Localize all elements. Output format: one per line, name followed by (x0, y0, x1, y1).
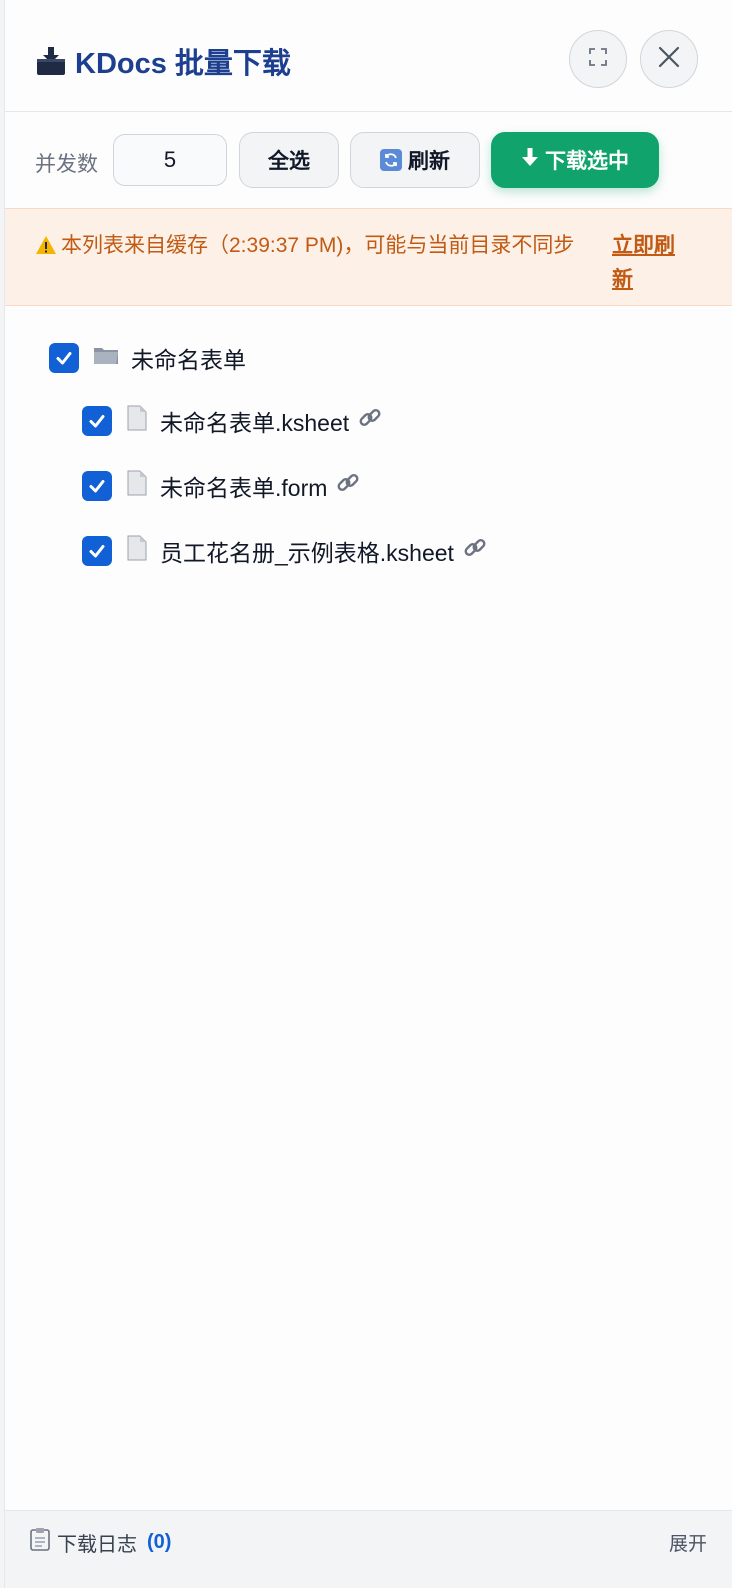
warning-icon (35, 232, 57, 266)
cache-warning-banner: 本列表来自缓存（2:39:37 PM)，可能与当前目录不同步 立即刷新 (5, 208, 732, 306)
select-all-label: 全选 (268, 150, 310, 173)
refresh-icon (380, 149, 402, 171)
download-log-count: (0) (147, 1530, 172, 1553)
file-icon (126, 405, 148, 437)
arrow-down-icon (521, 147, 539, 173)
folder-name: 未命名表单 (131, 347, 246, 373)
expand-log-button[interactable]: 展开 (669, 1529, 707, 1556)
tree-file-row[interactable]: 未命名表单.ksheet (82, 401, 383, 441)
refresh-label: 刷新 (408, 150, 450, 173)
select-all-button[interactable]: 全选 (239, 132, 339, 188)
file-checkbox[interactable] (82, 471, 112, 501)
file-icon (126, 535, 148, 567)
cache-warning-message: 本列表来自缓存（2:39:37 PM)，可能与当前目录不同步 (61, 234, 575, 257)
toolbar: 并发数 全选 刷新 下载选中 (5, 112, 732, 208)
download-selected-label: 下载选中 (545, 150, 629, 173)
concurrency-label: 并发数 (35, 153, 98, 176)
file-checkbox[interactable] (82, 536, 112, 566)
file-icon (126, 470, 148, 502)
page-title: KDocs 批量下载 (35, 40, 291, 82)
folder-icon (93, 344, 119, 372)
concurrency-input[interactable] (113, 134, 227, 186)
panel-header: KDocs 批量下载 (5, 0, 732, 112)
file-name: 员工花名册_示例表格.ksheet (160, 540, 454, 566)
refresh-now-link[interactable]: 立即刷新 (612, 229, 690, 297)
tree-file-row[interactable]: 未命名表单.form (82, 466, 361, 506)
fullscreen-button[interactable] (569, 30, 627, 88)
file-name: 未命名表单.form (160, 475, 328, 501)
refresh-button[interactable]: 刷新 (350, 132, 480, 188)
cache-warning-text: 本列表来自缓存（2:39:37 PM)，可能与当前目录不同步 (35, 229, 600, 266)
download-tray-icon (35, 45, 67, 77)
link-icon[interactable] (462, 535, 488, 567)
link-icon[interactable] (357, 405, 383, 437)
link-icon[interactable] (335, 470, 361, 502)
close-icon (657, 45, 681, 74)
tree-file-row[interactable]: 员工花名册_示例表格.ksheet (82, 531, 488, 571)
batch-download-panel: KDocs 批量下载 并发数 全选 (4, 0, 732, 1588)
clipboard-icon (29, 1527, 51, 1557)
download-selected-button[interactable]: 下载选中 (491, 132, 659, 188)
fullscreen-icon (588, 47, 608, 72)
download-log-bar[interactable]: 下载日志 (0) 展开 (5, 1510, 732, 1588)
close-button[interactable] (640, 30, 698, 88)
download-log-label: 下载日志 (57, 1533, 137, 1556)
file-name: 未命名表单.ksheet (160, 410, 350, 436)
file-checkbox[interactable] (82, 406, 112, 436)
tree-folder-row[interactable]: 未命名表单 (49, 338, 246, 378)
page-title-text: KDocs 批量下载 (75, 48, 291, 80)
folder-checkbox[interactable] (49, 343, 79, 373)
download-log-title: 下载日志 (0) (29, 1527, 171, 1557)
